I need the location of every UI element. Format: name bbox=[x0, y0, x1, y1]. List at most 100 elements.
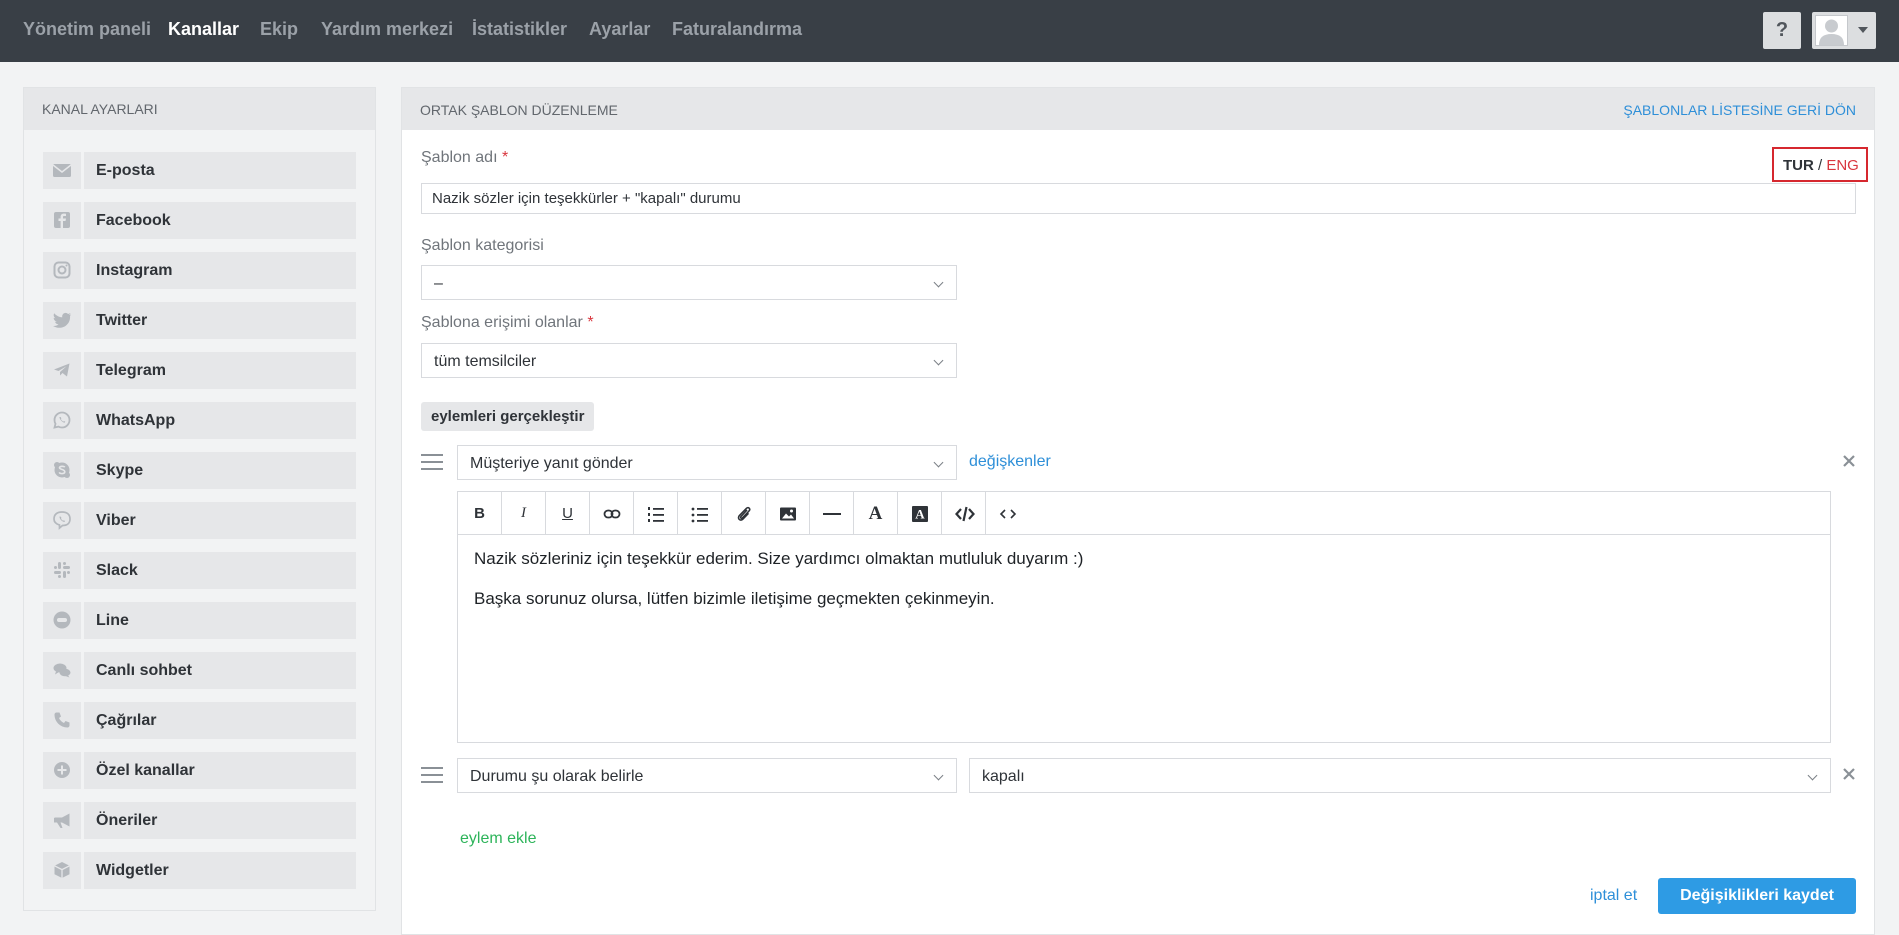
sidebar-item-facebook[interactable]: Facebook bbox=[43, 202, 356, 239]
back-to-templates-link[interactable]: ŞABLONLAR LİSTESİNE GERİ DÖN bbox=[1623, 102, 1856, 118]
sidebar-item-label: Widgetler bbox=[84, 852, 356, 889]
sidebar-item-label: Facebook bbox=[84, 202, 356, 239]
source-code-icon bbox=[999, 509, 1017, 519]
plus-circle-icon bbox=[54, 762, 70, 778]
nav-item-dashboard[interactable]: Yönetim paneli bbox=[23, 19, 151, 40]
close-icon[interactable] bbox=[1841, 453, 1857, 469]
sidebar-item-skype[interactable]: Skype bbox=[43, 452, 356, 489]
nav-item-billing[interactable]: Faturalandırma bbox=[672, 19, 802, 40]
lang-tur-option[interactable]: TUR bbox=[1783, 157, 1814, 174]
ordered-list-icon bbox=[648, 507, 664, 522]
bullet-list-icon bbox=[691, 507, 708, 523]
source-code-button[interactable] bbox=[986, 492, 1030, 535]
sidebar-item-suggestions[interactable]: Öneriler bbox=[43, 802, 356, 839]
ordered-list-button[interactable] bbox=[634, 492, 678, 535]
sidebar-item-email[interactable]: E-posta bbox=[43, 152, 356, 189]
sidebar-item-line[interactable]: Line bbox=[43, 602, 356, 639]
chevron-down-icon bbox=[1807, 770, 1818, 781]
lang-eng-option[interactable]: ENG bbox=[1826, 157, 1859, 174]
editor-toolbar: B I U A A bbox=[458, 492, 1830, 535]
sidebar-item-whatsapp[interactable]: WhatsApp bbox=[43, 402, 356, 439]
sidebar-title: KANAL AYARLARI bbox=[24, 88, 375, 130]
cube-icon bbox=[54, 862, 70, 878]
sidebar-item-live-chat[interactable]: Canlı sohbet bbox=[43, 652, 356, 689]
page-title: ORTAK ŞABLON DÜZENLEME bbox=[420, 102, 618, 118]
access-select[interactable]: tüm temsilciler bbox=[421, 343, 957, 378]
sidebar-item-label: Öneriler bbox=[84, 802, 356, 839]
status-select-value: kapalı bbox=[982, 768, 1025, 785]
viber-icon bbox=[53, 511, 71, 530]
editor-content[interactable]: Nazik sözleriniz için teşekkür ederim. S… bbox=[458, 535, 1830, 643]
sidebar-item-telegram[interactable]: Telegram bbox=[43, 352, 356, 389]
action-type-select-value: Durumu şu olarak belirle bbox=[470, 768, 644, 785]
drag-handle-icon[interactable] bbox=[421, 767, 443, 785]
access-label: Şablona erişimi olanlar * bbox=[421, 314, 594, 331]
nav-item-help-center[interactable]: Yardım merkezi bbox=[321, 19, 453, 40]
sidebar-item-label: Slack bbox=[84, 552, 356, 589]
help-button[interactable]: ? bbox=[1763, 12, 1801, 49]
instagram-icon bbox=[53, 261, 71, 279]
sidebar-item-label: Line bbox=[84, 602, 356, 639]
chevron-down-icon bbox=[933, 457, 944, 468]
user-menu-button[interactable] bbox=[1812, 12, 1876, 49]
code-block-button[interactable] bbox=[942, 492, 986, 535]
attach-button[interactable] bbox=[722, 492, 766, 535]
italic-button[interactable]: I bbox=[502, 492, 546, 535]
variables-link[interactable]: değişkenler bbox=[969, 453, 1051, 471]
nav-item-channels[interactable]: Kanallar bbox=[168, 19, 239, 40]
font-color-button[interactable]: A bbox=[854, 492, 898, 535]
editor-paragraph: Başka sorunuz olursa, lütfen bizimle ile… bbox=[474, 589, 995, 608]
sidebar-item-twitter[interactable]: Twitter bbox=[43, 302, 356, 339]
access-select-value: tüm temsilciler bbox=[434, 353, 537, 370]
sidebar-item-label: Özel kanallar bbox=[84, 752, 356, 789]
save-changes-button[interactable]: Değişiklikleri kaydet bbox=[1658, 878, 1856, 914]
required-mark: * bbox=[587, 314, 594, 331]
svg-text:A: A bbox=[915, 507, 925, 522]
bold-button[interactable]: B bbox=[458, 492, 502, 535]
template-name-input[interactable]: Nazik sözler için teşekkürler + "kapalı"… bbox=[421, 183, 1856, 214]
sidebar-item-label: Skype bbox=[84, 452, 356, 489]
avatar bbox=[1815, 15, 1848, 46]
status-select[interactable]: kapalı bbox=[969, 758, 1831, 793]
sidebar-item-label: Canlı sohbet bbox=[84, 652, 356, 689]
whatsapp-icon bbox=[53, 411, 71, 429]
background-color-button[interactable]: A bbox=[898, 492, 942, 535]
phone-icon bbox=[54, 712, 70, 728]
sidebar-item-custom-channels[interactable]: Özel kanallar bbox=[43, 752, 356, 789]
link-button[interactable] bbox=[590, 492, 634, 535]
nav-item-statistics[interactable]: İstatistikler bbox=[472, 19, 567, 40]
chevron-down-icon bbox=[933, 770, 944, 781]
add-action-link[interactable]: eylem ekle bbox=[460, 830, 536, 848]
channel-settings-sidebar: KANAL AYARLARI E-posta Facebook Instagra… bbox=[23, 87, 376, 911]
twitter-icon bbox=[53, 312, 71, 328]
link-icon bbox=[603, 509, 621, 519]
horizontal-rule-button[interactable] bbox=[810, 492, 854, 535]
rich-text-editor: B I U A A Nazik sözleriniz için teşekkür… bbox=[457, 491, 1831, 743]
sidebar-item-instagram[interactable]: Instagram bbox=[43, 252, 356, 289]
action-type-select[interactable]: Durumu şu olarak belirle bbox=[457, 758, 957, 793]
close-icon[interactable] bbox=[1841, 766, 1857, 782]
sidebar-item-calls[interactable]: Çağrılar bbox=[43, 702, 356, 739]
category-select[interactable]: – bbox=[421, 265, 957, 300]
nav-item-settings[interactable]: Ayarlar bbox=[589, 19, 650, 40]
lang-separator: / bbox=[1818, 157, 1823, 174]
bullet-list-button[interactable] bbox=[678, 492, 722, 535]
sidebar-item-label: WhatsApp bbox=[84, 402, 356, 439]
sidebar-item-viber[interactable]: Viber bbox=[43, 502, 356, 539]
skype-icon bbox=[54, 462, 70, 478]
sidebar-item-slack[interactable]: Slack bbox=[43, 552, 356, 589]
cancel-link[interactable]: iptal et bbox=[1590, 887, 1637, 905]
chevron-down-icon bbox=[933, 355, 944, 366]
sidebar-item-widgets[interactable]: Widgetler bbox=[43, 852, 356, 889]
sidebar-item-label: Çağrılar bbox=[84, 702, 356, 739]
chat-icon bbox=[53, 663, 71, 678]
underline-button[interactable]: U bbox=[546, 492, 590, 535]
slack-icon bbox=[54, 562, 70, 578]
image-button[interactable] bbox=[766, 492, 810, 535]
action-type-select[interactable]: Müşteriye yanıt gönder bbox=[457, 445, 957, 480]
required-mark: * bbox=[501, 149, 509, 166]
actions-section-title: eylemleri gerçekleştir bbox=[421, 402, 595, 431]
nav-item-team[interactable]: Ekip bbox=[260, 19, 298, 40]
background-color-icon: A bbox=[912, 506, 928, 522]
drag-handle-icon[interactable] bbox=[421, 454, 443, 472]
